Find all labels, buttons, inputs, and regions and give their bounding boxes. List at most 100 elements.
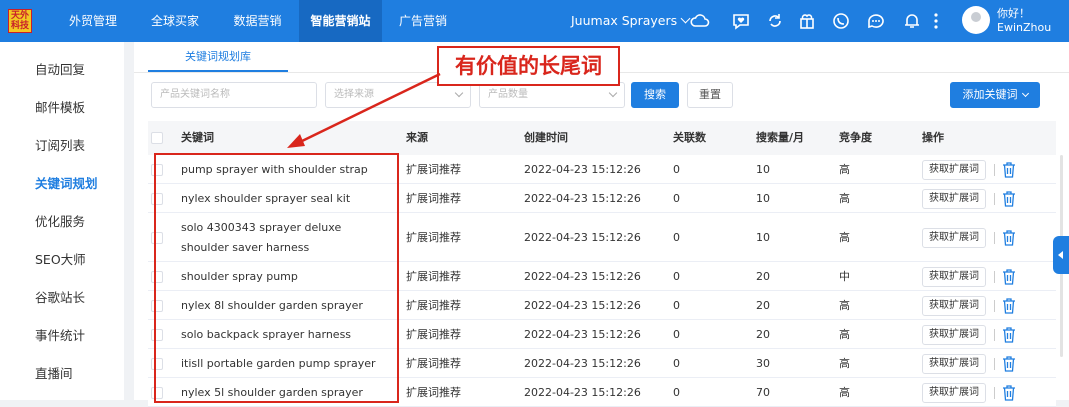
user-greeting: 你好！: [997, 7, 1030, 20]
get-expansion-words-button[interactable]: 获取扩展词: [922, 325, 986, 345]
nav-item-ads[interactable]: 广告营销: [382, 0, 464, 42]
nav-item-smart-site[interactable]: 智能营销站: [299, 0, 382, 42]
header-volume: 搜索量/月: [756, 131, 805, 144]
delete-trash-icon[interactable]: [1002, 162, 1016, 178]
get-expansion-words-button[interactable]: 获取扩展词: [922, 267, 986, 287]
table-header: 关键词 来源 创建时间 关联数 搜索量/月 竞争度 操作: [148, 121, 1056, 155]
get-expansion-words-button[interactable]: 获取扩展词: [922, 160, 986, 180]
gift-icon[interactable]: [797, 11, 817, 31]
avatar[interactable]: [962, 6, 990, 34]
created-time-cell: 2022-04-23 15:12:26: [524, 231, 641, 244]
header-actions: 操作: [922, 131, 944, 144]
message-icon[interactable]: [866, 11, 886, 31]
sync-icon[interactable]: [765, 11, 785, 31]
cloud-icon[interactable]: [690, 11, 710, 31]
created-time-cell: 2022-04-23 15:12:26: [524, 357, 641, 370]
created-time-cell: 2022-04-23 15:12:26: [524, 270, 641, 283]
sidebar-item-keyword-planning[interactable]: 关键词规划: [35, 173, 98, 192]
whatsapp-icon[interactable]: [831, 11, 851, 31]
search-volume-cell: 20: [756, 299, 770, 312]
chevron-down-icon: [608, 88, 618, 98]
site-selector[interactable]: Juumax Sprayers: [571, 0, 691, 42]
nav-item-data-marketing[interactable]: 数据营销: [216, 0, 299, 42]
linked-count-cell: 0: [673, 328, 680, 341]
add-keyword-label: 添加关键词: [962, 88, 1018, 101]
sidebar-item-live[interactable]: 直播间: [35, 363, 73, 382]
action-divider: [994, 164, 995, 176]
action-divider: [994, 329, 995, 341]
linked-count-cell: 0: [673, 386, 680, 399]
sidebar-item-auto-reply[interactable]: 自动回复: [35, 59, 85, 78]
annotation-callout: 有价值的长尾词: [437, 46, 620, 86]
user-name: EwinZhou: [997, 21, 1052, 34]
company-logo[interactable]: 天外 科技: [8, 9, 32, 33]
search-volume-cell: 10: [756, 163, 770, 176]
linked-count-cell: 0: [673, 163, 680, 176]
nav-item-buyers[interactable]: 全球买家: [134, 0, 216, 42]
competition-cell: 高: [839, 386, 850, 399]
tab-keyword-library[interactable]: 关键词规划库: [148, 42, 288, 72]
sidebar-item-subscriptions[interactable]: 订阅列表: [35, 135, 85, 154]
product-count-placeholder: 产品数量: [488, 89, 528, 100]
created-time-cell: 2022-04-23 15:12:26: [524, 192, 641, 205]
search-button[interactable]: 搜索: [631, 82, 679, 108]
side-panel-toggle[interactable]: [1053, 236, 1069, 274]
source-cell: 扩展词推荐: [406, 357, 461, 370]
linked-count-cell: 0: [673, 299, 680, 312]
competition-cell: 高: [839, 192, 850, 205]
user-info[interactable]: 你好！ EwinZhou: [997, 7, 1051, 35]
chevron-down-icon: [1021, 89, 1029, 98]
select-all-checkbox[interactable]: [151, 132, 163, 144]
delete-trash-icon[interactable]: [1002, 356, 1016, 372]
bell-icon[interactable]: [902, 11, 922, 31]
top-nav-bar: 天外 科技 外贸管理 全球买家 数据营销 智能营销站 广告营销 Juumax S…: [0, 0, 1069, 42]
source-cell: 扩展词推荐: [406, 231, 461, 244]
delete-trash-icon[interactable]: [1002, 230, 1016, 246]
competition-cell: 高: [839, 231, 850, 244]
competition-cell: 中: [839, 270, 850, 283]
add-keyword-button[interactable]: 添加关键词: [950, 82, 1040, 108]
search-volume-cell: 20: [756, 270, 770, 283]
linked-count-cell: 0: [673, 357, 680, 370]
delete-trash-icon[interactable]: [1002, 385, 1016, 401]
action-divider: [994, 358, 995, 370]
delete-trash-icon[interactable]: [1002, 327, 1016, 343]
sidebar-item-optimization[interactable]: 优化服务: [35, 211, 85, 230]
search-volume-cell: 70: [756, 386, 770, 399]
chat-heart-icon[interactable]: [731, 11, 751, 31]
created-time-cell: 2022-04-23 15:12:26: [524, 163, 641, 176]
search-volume-cell: 20: [756, 328, 770, 341]
chevron-down-icon: [454, 88, 464, 98]
source-cell: 扩展词推荐: [406, 328, 461, 341]
get-expansion-words-button[interactable]: 获取扩展词: [922, 228, 986, 248]
source-cell: 扩展词推荐: [406, 192, 461, 205]
annotation-highlight-box: [154, 153, 399, 403]
sidebar-item-events[interactable]: 事件统计: [35, 325, 85, 344]
source-cell: 扩展词推荐: [406, 163, 461, 176]
source-cell: 扩展词推荐: [406, 386, 461, 399]
get-expansion-words-button[interactable]: 获取扩展词: [922, 189, 986, 209]
sidebar-item-webmaster[interactable]: 谷歌站长: [35, 287, 85, 306]
action-divider: [994, 300, 995, 312]
linked-count-cell: 0: [673, 270, 680, 283]
search-volume-cell: 10: [756, 192, 770, 205]
more-icon[interactable]: [930, 11, 942, 31]
nav-item-trade[interactable]: 外贸管理: [52, 0, 134, 42]
sidebar: 自动回复 邮件模板 订阅列表 关键词规划 优化服务 SEO大师 谷歌站长 事件统…: [0, 42, 124, 400]
search-volume-cell: 30: [756, 357, 770, 370]
delete-trash-icon[interactable]: [1002, 298, 1016, 314]
get-expansion-words-button[interactable]: 获取扩展词: [922, 296, 986, 316]
get-expansion-words-button[interactable]: 获取扩展词: [922, 354, 986, 374]
sidebar-item-seo-master[interactable]: SEO大师: [35, 249, 86, 268]
reset-button[interactable]: 重置: [687, 82, 733, 108]
header-linked: 关联数: [673, 131, 706, 144]
delete-trash-icon[interactable]: [1002, 191, 1016, 207]
competition-cell: 高: [839, 328, 850, 341]
delete-trash-icon[interactable]: [1002, 269, 1016, 285]
site-name: Juumax Sprayers: [571, 13, 678, 28]
keyword-name-input[interactable]: 产品关键词名称: [151, 82, 317, 108]
sidebar-item-email-templates[interactable]: 邮件模板: [35, 97, 85, 116]
source-cell: 扩展词推荐: [406, 270, 461, 283]
get-expansion-words-button[interactable]: 获取扩展词: [922, 383, 986, 403]
created-time-cell: 2022-04-23 15:12:26: [524, 299, 641, 312]
